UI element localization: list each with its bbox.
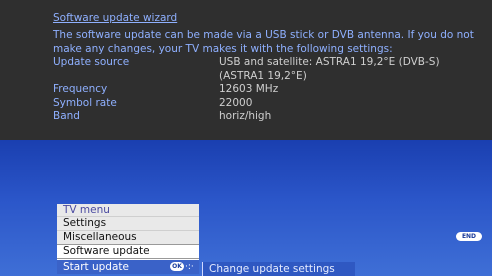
menu-title: TV menu [57, 204, 199, 216]
navigation-arrows-icon: ·:· [185, 262, 194, 272]
wizard-title: Software update wizard [53, 12, 178, 24]
setting-value: 22000 [219, 96, 253, 109]
menu-item-start-update[interactable]: Start update OK ·:· [57, 259, 199, 274]
submenu-change-update-settings[interactable]: Change update settings [202, 262, 355, 276]
wizard-intro: The software update can be made via a US… [53, 29, 474, 55]
setting-row-band: Band horiz/high [53, 110, 483, 124]
setting-row-symbol-rate: Symbol rate 22000 [53, 97, 483, 111]
settings-list: Update source USB and satellite: ASTRA1 … [53, 56, 483, 124]
setting-label: Frequency [53, 83, 108, 95]
setting-value: USB and satellite: ASTRA1 19,2°E (DVB-S) [219, 56, 440, 68]
setting-row-update-source: Update source USB and satellite: ASTRA1 … [53, 56, 483, 70]
setting-value: horiz/high [219, 110, 272, 122]
setting-row-frequency: Frequency 12603 MHz [53, 83, 483, 97]
setting-label: Band [53, 110, 80, 122]
end-button-icon[interactable]: END [456, 232, 482, 241]
tv-menu: TV menu Settings Miscellaneous Software … [57, 204, 199, 276]
menu-item-miscellaneous[interactable]: Miscellaneous [57, 230, 199, 244]
setting-label [53, 70, 219, 84]
setting-value: 12603 MHz [219, 83, 279, 95]
menu-item-software-update[interactable]: Software update [57, 244, 199, 259]
setting-label: Update source [53, 56, 130, 68]
menu-item-label: Start update [63, 261, 129, 273]
menu-item-settings[interactable]: Settings [57, 216, 199, 230]
ok-button-icon: OK [170, 262, 184, 271]
setting-label: Symbol rate [53, 96, 117, 109]
setting-row-update-source-cont: (ASTRA1 19,2°E) [53, 70, 483, 84]
setting-value: (ASTRA1 19,2°E) [219, 69, 307, 82]
